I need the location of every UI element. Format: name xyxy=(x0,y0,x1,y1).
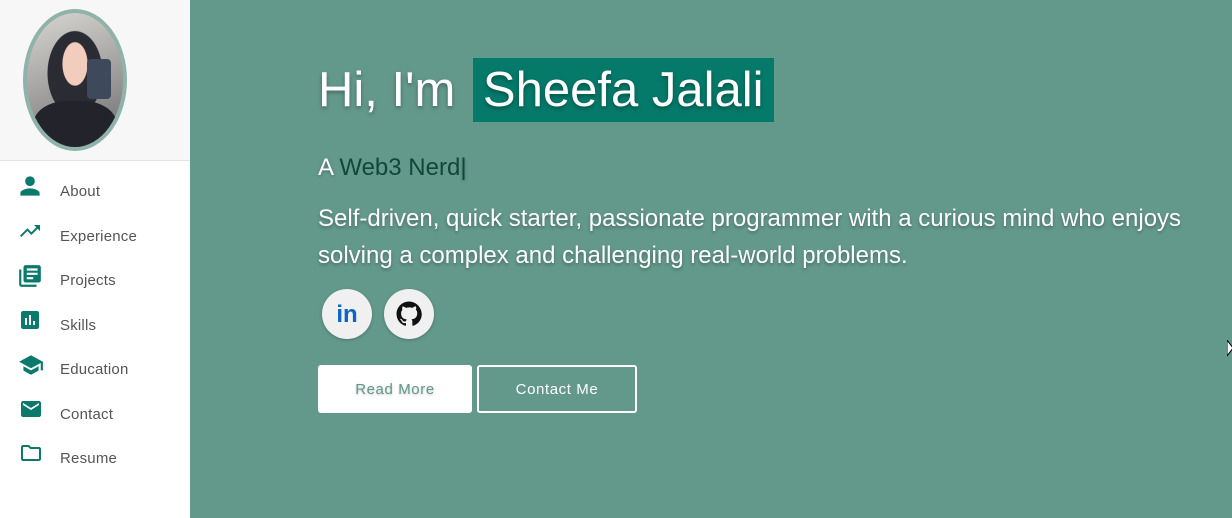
library-books-icon xyxy=(17,263,43,287)
sidebar-item-label: Contact xyxy=(60,406,114,423)
sidebar-item-label: Projects xyxy=(60,272,116,289)
github-icon xyxy=(396,301,422,326)
sidebar-item-label: Experience xyxy=(60,228,138,245)
sidebar-item-resume[interactable]: Resume xyxy=(0,433,190,473)
sidebar-item-projects[interactable]: Projects xyxy=(0,255,190,295)
graduation-cap-icon xyxy=(17,352,43,376)
hero-tagline: A Web3 Nerd| xyxy=(318,154,467,182)
profile-header xyxy=(0,0,190,161)
contact-me-button[interactable]: Contact Me xyxy=(477,365,637,413)
sidebar-item-education[interactable]: Education xyxy=(0,344,190,384)
hero-greeting: Hi, I'm Sheefa Jalali xyxy=(318,58,774,122)
sidebar-item-label: Education xyxy=(60,361,129,378)
sidebar-item-label: Resume xyxy=(60,450,118,467)
bar-chart-icon xyxy=(17,308,43,332)
mail-icon xyxy=(17,397,43,421)
linkedin-link[interactable]: in xyxy=(322,289,372,339)
mouse-cursor-icon xyxy=(1227,340,1232,357)
avatar-phone xyxy=(87,59,111,99)
svg-text:in: in xyxy=(336,301,357,327)
sidebar: About Experience Projects Skills Educati… xyxy=(0,0,190,518)
read-more-button[interactable]: Read More xyxy=(318,365,472,413)
person-icon xyxy=(17,174,43,198)
linkedin-icon: in xyxy=(336,301,357,327)
hero-name: Sheefa Jalali xyxy=(472,58,774,122)
avatar-figure xyxy=(33,101,117,147)
hero-bio: Self-driven, quick starter, passionate p… xyxy=(318,205,1182,269)
sidebar-item-contact[interactable]: Contact xyxy=(0,389,190,429)
sidebar-item-skills[interactable]: Skills xyxy=(0,300,190,340)
trending-up-icon xyxy=(17,219,43,243)
tagline-prefix: A xyxy=(318,154,333,181)
sidebar-item-label: About xyxy=(60,183,101,200)
sidebar-item-about[interactable]: About xyxy=(0,166,190,206)
github-link[interactable] xyxy=(384,289,434,339)
tagline-typed-text: Web3 Nerd xyxy=(339,154,461,181)
folder-icon xyxy=(17,441,43,465)
sidebar-item-label: Skills xyxy=(60,317,97,334)
avatar xyxy=(23,9,127,151)
sidebar-item-experience[interactable]: Experience xyxy=(0,211,190,251)
hero-section: Hi, I'm Sheefa Jalali A Web3 Nerd| Self-… xyxy=(190,0,1232,518)
typing-cursor: | xyxy=(460,154,467,181)
greeting-prefix: Hi, I'm xyxy=(318,63,456,117)
